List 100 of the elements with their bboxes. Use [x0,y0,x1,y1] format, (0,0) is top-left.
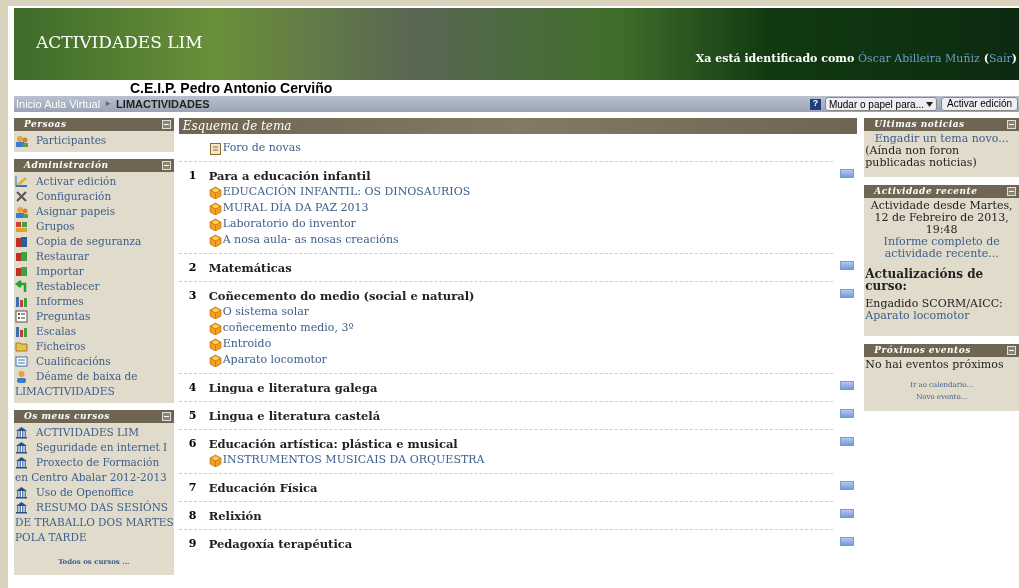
section-title: Para a educación infantil [208,168,372,184]
user-link[interactable]: Óscar Abilleira Muñiz [858,52,980,65]
section-number: 9 [187,536,198,552]
section-title: Educación Física [208,480,319,496]
section-number: 2 [187,260,198,276]
sidebar-link[interactable]: Ficheiros [15,339,174,354]
sidebar-link[interactable]: Asignar papeis [15,204,174,219]
info-text: Actividade desde Martes, 12 de Febreiro de 2013, 19:48 [869,200,1014,236]
sidebar-link[interactable]: Escalas [15,324,174,339]
block-title: Próximos eventos [874,343,971,357]
activity-link[interactable]: MURAL DÍA DA PAZ 2013 [222,199,369,217]
link[interactable]: Engadir un tema novo... [865,133,1018,145]
activity-link[interactable]: Aparato locomotor [222,351,327,369]
sidebar-link[interactable]: Cualificacións [15,354,174,369]
section-number: 4 [187,380,198,396]
breadcrumb-link[interactable]: LIMACTIVIDADES [116,95,210,113]
caret-icon [925,101,933,107]
sidebar-link[interactable]: Activar edición [15,174,174,189]
section-title: Coñecemento do medio (social e natural) [208,288,476,304]
section-header-title: Esquema de tema [182,118,292,135]
activity-link[interactable]: Laboratorio do inventor [222,215,356,233]
package-icon [208,338,222,351]
bar-chart-icon [15,295,28,308]
activity-link[interactable]: A nosa aula- as nosas creacións [222,231,399,249]
sidebar-link[interactable]: Importar [15,264,174,279]
block-title: Persoas [24,117,67,131]
info-text: (Aínda non foron publicadas noticias) [865,145,978,169]
section-number: 7 [187,480,198,496]
sidebar-link[interactable]: Informes [15,294,174,309]
edit-mode-button[interactable]: Activar edición [940,97,1018,111]
info-text: No hai eventos próximos [865,359,1005,371]
collapse-icon[interactable] [161,120,171,129]
activity-link[interactable]: coñecemento medio, 3º [222,319,354,337]
list-icon [15,310,28,323]
sidebar-link[interactable]: ACTIVIDADES LIM [15,425,174,440]
collapse-icon[interactable] [161,412,171,421]
sidebar-link[interactable]: Grupos [15,219,174,234]
block-title: Administración [24,158,109,172]
single-topic-icon[interactable] [840,169,855,178]
person-icon [15,370,28,383]
block-title: Actividade recente [874,184,978,198]
section-number: 8 [187,508,198,524]
logout-link[interactable]: Saír [988,52,1012,65]
collapse-icon[interactable] [1007,346,1016,355]
single-topic-icon[interactable] [840,509,855,518]
package-icon [208,354,222,367]
activity-link[interactable]: O sistema solar [222,303,309,321]
sidebar-link[interactable]: Configuración [15,189,174,204]
section-number: 1 [187,168,198,184]
activity-link[interactable]: INSTRUMENTOS MUSICAIS DA ORQUESTRA [222,451,485,469]
collapse-icon[interactable] [1007,120,1016,129]
sidebar-link[interactable]: Preguntas [15,309,174,324]
sidebar-link[interactable]: Déame de baixa de LIMACTIVIDADES [15,369,174,399]
building-icon [15,456,28,469]
login-info: Xa está identificado como Óscar Abilleira Muñiz (Saír) [695,50,1018,67]
package-icon [208,186,222,199]
info-text: Engadido SCORM/AICC: [865,298,1004,310]
package-icon [208,306,222,319]
role-dropdown[interactable]: Mudar o papel para... [824,97,937,111]
single-topic-icon[interactable] [840,261,855,270]
sidebar-link[interactable]: Participantes [15,133,174,148]
package-icon [208,454,222,467]
sidebar-link[interactable]: Uso de Openoffice [15,485,174,500]
single-topic-icon[interactable] [840,481,855,490]
people-icon [15,205,28,218]
school-name: C.E.I.P. Pedro Antonio Cerviño [129,80,334,96]
activity-link[interactable]: Entroido [222,335,272,353]
block-title: Ultimas noticias [874,117,965,131]
single-topic-icon[interactable] [840,289,855,298]
activity-link[interactable]: Foro de novas [222,139,301,157]
sidebar-link[interactable]: Copia de seguranza [15,234,174,249]
collapse-icon[interactable] [1007,187,1016,196]
link[interactable]: Informe completo de actividade recente... [865,236,1018,260]
building-icon [15,486,28,499]
single-topic-icon[interactable] [840,381,855,390]
package-icon [208,234,222,247]
section-title: Lingua e literatura castelá [208,408,382,424]
folder-icon [15,340,28,353]
building-icon [15,501,28,514]
sidebar-link[interactable]: Restablecer [15,279,174,294]
forum-icon [208,142,222,155]
building-icon [15,426,28,439]
subheading: Actualizacións de curso: [865,268,985,292]
link[interactable]: Aparato locomotor [865,310,1018,322]
help-button[interactable]: ? [809,98,821,110]
activity-link[interactable]: EDUCACIÓN INFANTIL: OS DINOSAURIOS [222,183,471,201]
section-title: Educación artística: plástica e musical [208,436,459,452]
sidebar-link[interactable]: Seguridade en internet I [15,440,174,455]
section-title: Matemáticas [208,260,293,276]
group-icon [15,220,28,233]
building-icon [15,441,28,454]
single-topic-icon[interactable] [840,537,855,546]
sidebar-link[interactable]: Proxecto de Formación en Centro Abalar 2012-2013 [15,455,174,485]
single-topic-icon[interactable] [840,437,855,446]
table-icon [15,355,28,368]
sidebar-link[interactable]: Restaurar [15,249,174,264]
collapse-icon[interactable] [161,161,171,170]
single-topic-icon[interactable] [840,409,855,418]
sidebar-link[interactable]: RESUMO DAS SESIÓNS DE TRABALLO DOS MARTES POLA TARDE [15,500,174,545]
bar-chart-icon [15,325,28,338]
